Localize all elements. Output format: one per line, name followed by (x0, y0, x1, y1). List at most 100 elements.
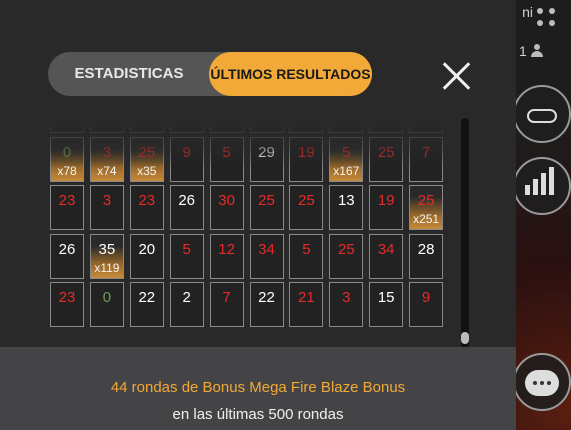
result-cell: 9 (169, 136, 204, 182)
result-number: 34 (377, 240, 395, 258)
result-number: 25 (377, 143, 395, 161)
result-cell: 25 x35 (129, 136, 164, 182)
result-cell: 7 (409, 136, 444, 182)
chat-icon (525, 370, 559, 396)
result-number: 35 (98, 240, 116, 258)
result-cell: 15 (369, 282, 404, 327)
result-cell: 11 (50, 118, 84, 133)
result-cell: 26 (169, 185, 204, 230)
chat-button[interactable] (513, 353, 571, 411)
result-cell (89, 118, 124, 133)
result-number: 25 (258, 192, 275, 209)
result-number: 20 (138, 240, 156, 258)
result-number: 3 (102, 192, 112, 209)
result-cell: 25 (289, 185, 324, 230)
result-cell: 21 (289, 282, 324, 327)
result-number: 34 (258, 240, 275, 258)
result-number: 19 (298, 143, 315, 161)
result-multiplier: x35 (137, 163, 157, 178)
result-number: 25 (337, 240, 355, 258)
result-cell: 23 (50, 185, 84, 230)
result-number: 7 (222, 289, 231, 306)
result-cell (329, 118, 364, 133)
result-number: 3 (342, 289, 351, 306)
result-cell: 35 x119 (89, 233, 124, 279)
result-cell: 22 (249, 282, 284, 327)
result-cell: 34 (369, 233, 404, 279)
pill-icon (527, 109, 557, 123)
scroll-thumb[interactable] (461, 332, 469, 344)
result-cell: 22 (129, 282, 164, 327)
result-cell (209, 118, 244, 133)
result-cell: 5 (169, 233, 204, 279)
result-cell: 36 (369, 118, 404, 133)
result-cell: 20 (129, 233, 164, 279)
result-cell: 2 (169, 282, 204, 327)
result-multiplier: x119 (94, 260, 120, 275)
results-grid[interactable]: 111136290x783x7425x359529195x16725723323… (50, 118, 446, 348)
result-multiplier: x251 (413, 212, 440, 226)
result-number: 9 (182, 143, 191, 161)
result-number: 28 (417, 240, 435, 258)
result-number: 26 (178, 192, 196, 209)
results-scrollbar[interactable] (461, 118, 469, 348)
tab-statistics[interactable]: ESTADISTICAS (48, 52, 210, 96)
result-number: 29 (258, 143, 275, 161)
result-cell: 5 x167 (329, 136, 364, 182)
result-multiplier: x74 (97, 163, 117, 178)
result-cell: 30 (209, 185, 244, 230)
result-number: 0 (102, 289, 112, 306)
result-number: 15 (377, 289, 395, 306)
result-cell: 3 x74 (89, 136, 124, 182)
player-count: 1 (519, 43, 543, 59)
result-number: 5 (302, 240, 311, 258)
result-cell: 23 (129, 185, 164, 230)
result-cell: 3 (89, 185, 124, 230)
bonus-period-text: en las últimas 500 rondas (172, 406, 344, 423)
result-number: 5 (342, 143, 351, 161)
close-icon[interactable] (440, 60, 472, 92)
result-number: 5 (222, 143, 231, 161)
result-number: 3 (102, 143, 112, 161)
result-multiplier: x78 (57, 163, 77, 178)
result-cell (289, 118, 324, 133)
result-number: 26 (58, 240, 76, 258)
result-cell: 34 (249, 233, 284, 279)
result-cell: 7 (209, 282, 244, 327)
result-cell: 29 (249, 136, 284, 182)
result-cell: 28 (409, 233, 444, 279)
result-number: 23 (138, 192, 156, 209)
result-cell: 19 (289, 136, 324, 182)
result-cell: 5 (289, 233, 324, 279)
result-number: 25 (417, 192, 435, 209)
tab-latest-results[interactable]: ÚLTIMOS RESULTADOS (209, 52, 372, 96)
result-number: 23 (58, 192, 76, 209)
statistics-button[interactable] (513, 157, 571, 215)
result-number: 9 (421, 289, 431, 306)
result-cell: 25 (249, 185, 284, 230)
result-cell: 3 (329, 282, 364, 327)
result-number: 12 (218, 240, 235, 258)
result-number: 0 (62, 143, 72, 161)
result-number: 2 (182, 289, 191, 306)
result-number: 21 (298, 289, 315, 306)
grid-menu-icon[interactable] (535, 6, 563, 34)
result-number: 7 (421, 143, 431, 161)
result-number: 13 (337, 192, 355, 209)
bonus-count-text: 44 rondas de Bonus Mega Fire Blaze Bonus (110, 379, 406, 396)
result-number: 19 (377, 192, 395, 209)
result-cell: 25 (329, 233, 364, 279)
result-cell: 12 (209, 233, 244, 279)
result-cell: 13 (329, 185, 364, 230)
result-number: 25 (298, 192, 315, 209)
background-header-text: ni (522, 4, 533, 20)
result-cell: 9 (409, 282, 444, 327)
result-cell: 0 x78 (50, 136, 84, 182)
result-number: 22 (138, 289, 156, 306)
chip-settings-button[interactable] (513, 85, 571, 143)
results-panel: ESTADISTICAS ÚLTIMOS RESULTADOS 11113629… (0, 0, 516, 430)
result-cell: 25 x251 (409, 185, 444, 230)
player-count-value: 1 (519, 43, 527, 59)
result-number: 23 (58, 289, 76, 306)
user-icon (530, 44, 543, 58)
